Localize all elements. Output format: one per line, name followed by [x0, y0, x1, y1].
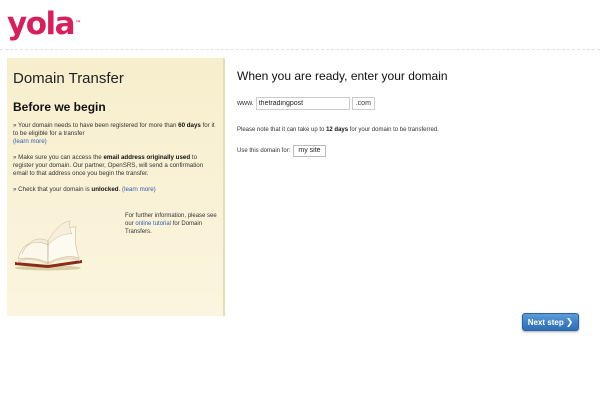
- bullet-bold: unlocked: [91, 186, 119, 193]
- bullet-text: » Check that your domain is: [13, 186, 92, 193]
- bullet-bold: 60 days: [178, 122, 201, 129]
- learn-more-link[interactable]: (learn more): [122, 186, 156, 193]
- logo-text: yola: [7, 6, 76, 42]
- use-domain-label: Use this domain for:: [237, 148, 291, 154]
- bullet-bold: email address originally used: [103, 154, 191, 161]
- trademark-symbol: ™: [75, 20, 82, 27]
- page: yola™ Domain Transfer Before we begin » …: [0, 0, 600, 400]
- note-text: Please note that it can take up to: [237, 127, 327, 133]
- panel-subtitle: Before we begin: [13, 100, 106, 114]
- info-bullet-email-access: » Make sure you can access the email add…: [13, 154, 217, 178]
- domain-entry-row: www. .com: [237, 96, 375, 110]
- panel-title: Domain Transfer: [13, 70, 124, 87]
- tld-field[interactable]: .com: [351, 96, 375, 110]
- learn-more-link[interactable]: (learn more): [13, 138, 47, 145]
- info-bullet-unlocked: » Check that your domain is unlocked. (l…: [13, 186, 217, 194]
- further-info-text: For further information, please see our …: [125, 212, 221, 236]
- open-book-icon: [15, 220, 82, 271]
- note-text: for your domain to be transferred.: [348, 127, 439, 133]
- site-select[interactable]: my site: [293, 145, 326, 157]
- next-step-button[interactable]: Next step ❯: [522, 313, 579, 331]
- transfer-time-note: Please note that it can take up to 12 da…: [237, 126, 439, 134]
- note-bold: 12 days: [326, 127, 349, 133]
- info-panel: Domain Transfer Before we begin » Your d…: [7, 58, 225, 316]
- chevron-right-icon: ❯: [565, 316, 574, 327]
- domain-name-input[interactable]: [255, 96, 350, 110]
- next-step-label: Next step: [527, 317, 564, 327]
- www-prefix-label: www.: [237, 99, 254, 107]
- online-tutorial-link[interactable]: online tutorial: [135, 221, 171, 227]
- info-bullet-registration-age: » Your domain needs to have been registe…: [13, 122, 217, 146]
- header-divider: [0, 49, 600, 50]
- domain-use-row: Use this domain for: my site: [237, 145, 326, 157]
- bullet-text: » Your domain needs to have been registe…: [13, 122, 179, 129]
- page-heading: When you are ready, enter your domain: [237, 69, 448, 83]
- bullet-text: » Make sure you can access the: [13, 154, 104, 161]
- yola-logo[interactable]: yola™: [7, 6, 81, 42]
